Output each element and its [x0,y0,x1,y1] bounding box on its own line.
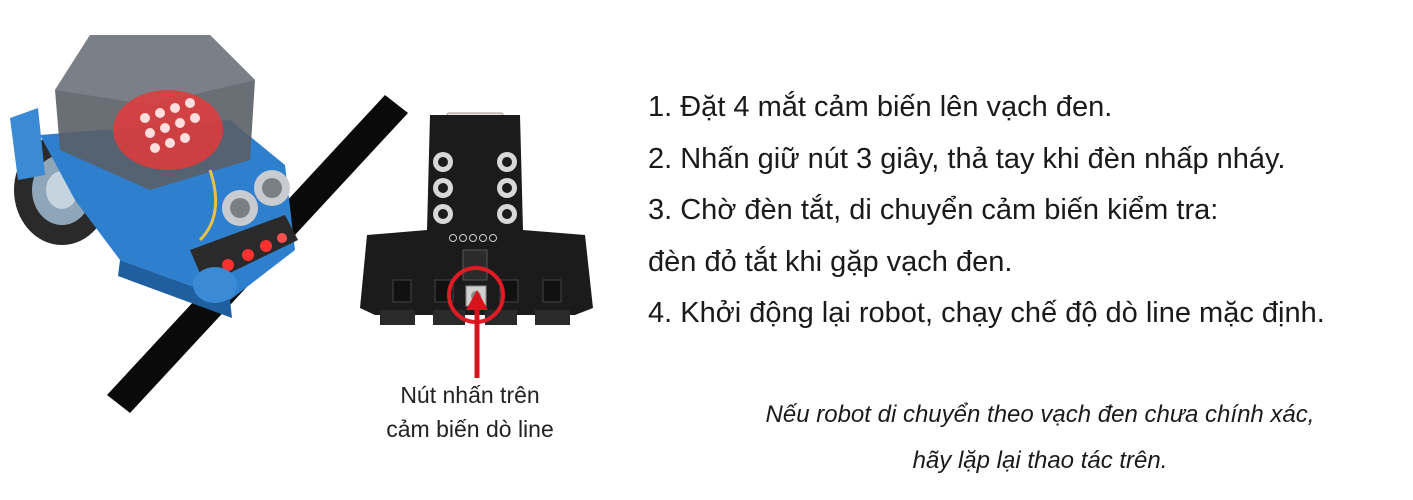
retry-note: Nếu robot di chuyển theo vạch đen chưa c… [700,392,1380,484]
step-3: 3. Chờ đèn tắt, di chuyển cảm biến kiểm … [648,194,1219,226]
step-1: 1. Đặt 4 mắt cảm biến lên vạch đen. [648,91,1113,123]
caption-line-2: cảm biến dò line [386,416,554,442]
note-line-2: hãy lặp lại thao tác trên. [912,447,1168,474]
step-4: 4. Khởi động lại robot, chạy chế độ dò l… [648,297,1325,329]
calibration-steps: 1. Đặt 4 mắt cảm biến lên vạch đen. 2. N… [648,82,1408,340]
arrow-up-icon [466,290,488,378]
note-line-1: Nếu robot di chuyển theo vạch đen chưa c… [765,401,1315,428]
step-2: 2. Nhấn giữ nút 3 giây, thả tay khi đèn … [648,142,1286,175]
caption-line-1: Nút nhấn trên [400,382,540,408]
sensor-button-caption: Nút nhấn trên cảm biến dò line [370,378,570,446]
step-3-continued: đèn đỏ tắt khi gặp vạch đen. [648,245,1013,278]
